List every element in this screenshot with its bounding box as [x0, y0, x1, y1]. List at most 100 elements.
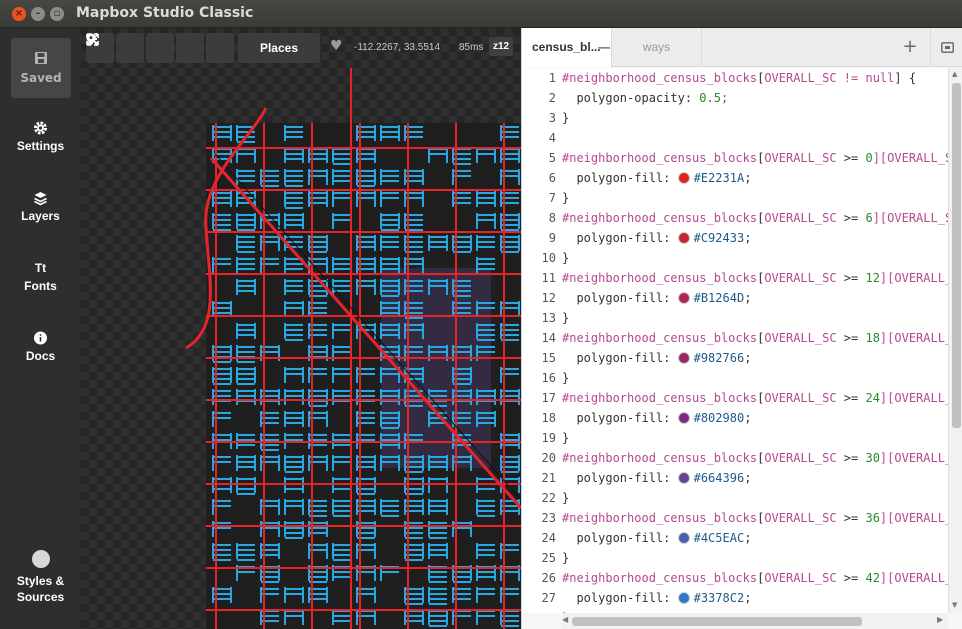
- filter-field: OVERALL_SC: [764, 511, 837, 525]
- filter-field: OVERALL_SC: [764, 151, 837, 165]
- vertical-scrollbar[interactable]: ▲ ▼: [948, 68, 962, 613]
- line-source: polygon-fill: #4C5EAC;: [562, 528, 751, 548]
- sidebar-item-settings[interactable]: Settings: [0, 120, 81, 153]
- line-source: #neighborhood_census_blocks[OVERALL_SC >…: [562, 568, 948, 588]
- line-source: }: [562, 548, 569, 568]
- code-token: }: [562, 371, 570, 385]
- line-source: }: [562, 188, 569, 208]
- line-number: 5: [548, 151, 556, 165]
- code-token: >=: [836, 331, 866, 345]
- filter-operator: != null: [843, 71, 895, 85]
- line-number: 13: [541, 311, 556, 325]
- scroll-down-arrow-icon[interactable]: ▼: [952, 601, 957, 609]
- horizontal-scroll-thumb[interactable]: [572, 617, 862, 626]
- css-property: polygon-fill:: [576, 591, 671, 605]
- zoom-out-button[interactable]: [87, 33, 204, 63]
- close-window-button[interactable]: ×: [12, 7, 26, 21]
- title-bar: × – ▫ Mapbox Studio Classic: [0, 0, 962, 28]
- color-swatch-icon[interactable]: [677, 352, 690, 364]
- styles-sources-button[interactable]: Styles & Sources: [0, 550, 81, 604]
- code-area[interactable]: 1 #neighborhood_census_blocks[OVERALL_SC …: [522, 68, 948, 613]
- sidebar-item-label: Docs: [25, 349, 56, 363]
- css-property: polygon-fill:: [576, 411, 671, 425]
- line-number: 27: [541, 591, 556, 605]
- code-line: 11 #neighborhood_census_blocks[OVERALL_SC…: [522, 268, 948, 288]
- map-view[interactable]: Places ♥ -112.2267, 33.5514 85ms z12: [81, 28, 521, 629]
- color-value: #664396: [693, 471, 745, 485]
- line-source: #neighborhood_census_blocks[OVERALL_SC >…: [562, 508, 948, 528]
- styles-sources-label-1: Styles &: [16, 574, 65, 588]
- line-number: 8: [548, 211, 556, 225]
- code-line: 24 polygon-fill: #4C5EAC;: [522, 528, 948, 548]
- saved-button[interactable]: Saved: [11, 38, 71, 98]
- color-swatch-icon[interactable]: [677, 292, 690, 304]
- code-line: 25}: [522, 548, 948, 568]
- sidebar-item-layers[interactable]: Layers: [0, 190, 81, 223]
- css-selector: #neighborhood_census_blocks: [562, 511, 758, 525]
- horizontal-scrollbar[interactable]: ◀ ▶: [562, 613, 948, 629]
- maximize-window-button[interactable]: ▫: [50, 7, 64, 21]
- favorite-heart-icon[interactable]: ♥: [330, 38, 343, 54]
- scroll-up-arrow-icon[interactable]: ▲: [952, 70, 957, 78]
- map-canvas: [81, 28, 521, 629]
- vertical-scroll-thumb[interactable]: [952, 83, 961, 428]
- fullscreen-button[interactable]: [86, 33, 144, 63]
- scroll-right-arrow-icon[interactable]: ▶: [937, 615, 943, 624]
- tab-close-icon[interactable]: —: [598, 28, 610, 67]
- editor-tabs: census_bl... — ways +: [522, 28, 962, 67]
- sidebar-item-docs[interactable]: Docs: [0, 330, 81, 363]
- line-source: polygon-fill: #E2231A;: [562, 168, 751, 188]
- code-line: 5 #neighborhood_census_blocks[OVERALL_SC …: [522, 148, 948, 168]
- color-swatch-icon[interactable]: [677, 472, 690, 484]
- places-button[interactable]: Places: [86, 33, 320, 63]
- line-number: 14: [541, 331, 556, 345]
- line-source: polygon-fill: #C92433;: [562, 228, 751, 248]
- line-number: 15: [541, 351, 556, 365]
- code-token: ;: [744, 291, 752, 305]
- filter-field: OVERALL_SC: [764, 331, 837, 345]
- filter-trail: ][OVERALL_: [879, 331, 948, 345]
- code-token: }: [562, 111, 570, 125]
- sidebar-item-fonts[interactable]: Tt Fonts: [0, 260, 81, 293]
- filter-field: OVERALL_SC: [764, 211, 837, 225]
- code-line: 8 #neighborhood_census_blocks[OVERALL_SC …: [522, 208, 948, 228]
- tab-census-blocks[interactable]: census_bl... —: [522, 28, 612, 67]
- css-property: polygon-fill:: [576, 171, 671, 185]
- tab-ways[interactable]: ways: [612, 28, 702, 67]
- code-token: ;: [744, 351, 752, 365]
- color-swatch-icon[interactable]: [677, 592, 690, 604]
- toggle-panel-button[interactable]: [930, 28, 962, 67]
- code-token: ;: [744, 231, 752, 245]
- code-line: 9 polygon-fill: #C92433;: [522, 228, 948, 248]
- styles-sources-label-2: Sources: [16, 590, 65, 604]
- line-number: 22: [541, 491, 556, 505]
- tab-label: ways: [642, 40, 671, 54]
- line-number: 11: [541, 271, 556, 285]
- zoom-in-button[interactable]: [87, 33, 174, 63]
- inspect-button[interactable]: [86, 33, 234, 63]
- scroll-left-arrow-icon[interactable]: ◀: [562, 615, 568, 624]
- line-source: polygon-fill: #664396;: [562, 468, 751, 488]
- color-swatch-icon[interactable]: [677, 412, 690, 424]
- add-tab-button[interactable]: +: [890, 28, 930, 67]
- css-selector: #neighborhood_census_blocks: [562, 331, 758, 345]
- minimize-window-button[interactable]: –: [31, 7, 45, 21]
- code-token: ;: [744, 471, 752, 485]
- filter-threshold: 24: [865, 391, 880, 405]
- color-swatch-icon[interactable]: [677, 172, 690, 184]
- line-number: 9: [548, 231, 556, 245]
- code-line: 4: [522, 128, 948, 148]
- color-swatch-icon[interactable]: [677, 232, 690, 244]
- filter-threshold: 6: [865, 211, 873, 225]
- line-source: polygon-fill: #802980;: [562, 408, 751, 428]
- line-source: polygon-opacity: 0.5;: [562, 88, 728, 108]
- line-number: 2: [548, 91, 556, 105]
- color-swatch-icon[interactable]: [677, 532, 690, 544]
